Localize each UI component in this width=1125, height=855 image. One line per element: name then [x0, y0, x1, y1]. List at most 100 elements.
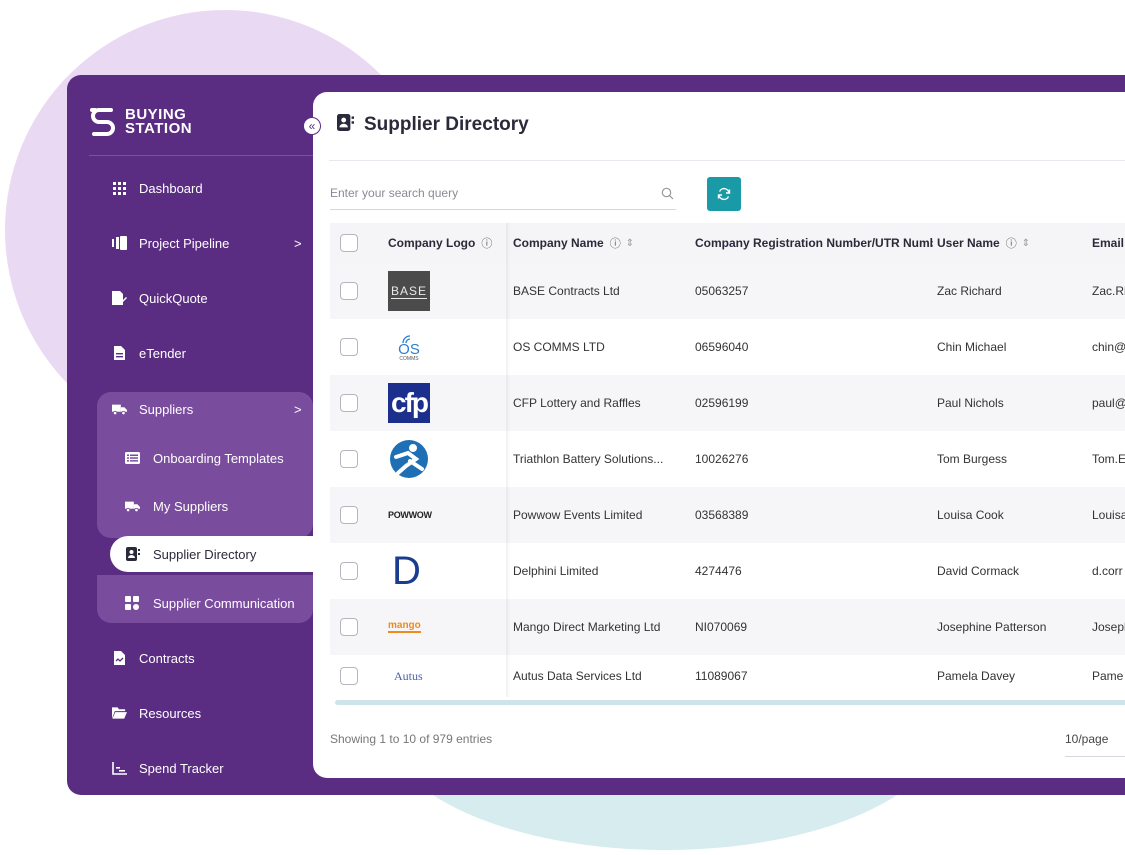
page-title: Supplier Directory — [364, 114, 529, 135]
user-name-cell: Pamela Davey — [937, 669, 1016, 683]
sidebar-item-contracts[interactable]: Contracts — [67, 638, 313, 678]
row-checkbox[interactable] — [340, 667, 358, 685]
search-box — [330, 178, 676, 210]
sidebar-item-label: eTender — [139, 345, 186, 361]
user-name-cell: David Cormack — [937, 564, 1020, 578]
company-name-cell: Autus Data Services Ltd — [513, 669, 642, 683]
sort-icon[interactable]: ⇕ — [1022, 238, 1030, 249]
refresh-button[interactable] — [707, 177, 741, 211]
table-row[interactable]: BASE BASE Contracts Ltd 05063257 Zac Ric… — [330, 263, 1125, 319]
email-cell: Zac.Ri — [1092, 284, 1125, 298]
info-icon[interactable]: ⓘ — [1006, 235, 1017, 251]
sidebar-item-label: Dashboard — [139, 180, 203, 196]
company-name-cell: Mango Direct Marketing Ltd — [513, 620, 661, 634]
sidebar-item-label: Supplier Communication — [153, 595, 295, 611]
row-checkbox[interactable] — [340, 562, 358, 580]
sticky-column-shadow — [506, 223, 510, 697]
row-checkbox[interactable] — [340, 338, 358, 356]
info-icon[interactable]: ⓘ — [610, 235, 621, 251]
page-size-underline — [1065, 756, 1125, 757]
contact-book-icon — [125, 547, 140, 562]
document-icon — [112, 346, 127, 361]
column-header-user-name[interactable]: User Name ⓘ ⇕ — [937, 223, 1082, 263]
select-all-checkbox[interactable] — [340, 234, 358, 252]
row-checkbox[interactable] — [340, 450, 358, 468]
sidebar-item-quickquote[interactable]: QuickQuote — [67, 278, 313, 318]
search-icon[interactable] — [661, 187, 674, 205]
row-checkbox[interactable] — [340, 618, 358, 636]
sidebar-item-etender[interactable]: eTender — [67, 333, 313, 373]
table-row[interactable]: mango Mango Direct Marketing Ltd NI07006… — [330, 599, 1125, 655]
registration-number-cell: 02596199 — [695, 396, 749, 410]
table-row[interactable]: cfp CFP Lottery and Raffles 02596199 Pau… — [330, 375, 1125, 431]
search-input[interactable] — [330, 178, 640, 208]
sidebar-item-supplier-directory[interactable]: Supplier Directory — [67, 534, 313, 574]
sidebar-item-supplier-communication[interactable]: Supplier Communication — [67, 583, 313, 623]
company-logo-cell: Autus — [388, 655, 508, 697]
sidebar-item-label: Resources — [139, 705, 202, 721]
app-window: BUYING STATION Dashboard Project Pipelin… — [67, 75, 1125, 795]
table-row[interactable]: Autus Autus Data Services Ltd 11089067 P… — [330, 655, 1125, 697]
info-icon[interactable]: ⓘ — [481, 235, 492, 251]
truck-icon — [125, 499, 140, 514]
page-size-select[interactable]: 10/page — [1065, 732, 1108, 746]
pipeline-icon — [112, 236, 127, 251]
sidebar-item-label: Project Pipeline — [139, 235, 230, 251]
user-name-cell: Paul Nichols — [937, 396, 1004, 410]
sidebar-item-my-suppliers[interactable]: My Suppliers — [67, 486, 313, 526]
column-header-email: Email — [1092, 236, 1125, 250]
table-row[interactable]: Triathlon Battery Solutions... 10026276 … — [330, 431, 1125, 487]
column-header-company-name[interactable]: Company Name ⓘ ⇕ — [513, 223, 691, 263]
company-logo-cell: mango — [388, 599, 508, 655]
company-logo-cell: cfp — [388, 375, 508, 431]
row-checkbox[interactable] — [340, 394, 358, 412]
sidebar-item-project-pipeline[interactable]: Project Pipeline > — [67, 223, 313, 263]
sidebar-item-onboarding-templates[interactable]: Onboarding Templates — [67, 438, 313, 478]
user-name-cell: Tom Burgess — [937, 452, 1008, 466]
registration-number-cell: 10026276 — [695, 452, 749, 466]
sidebar-item-resources[interactable]: Resources — [67, 693, 313, 733]
sidebar-item-dashboard[interactable]: Dashboard — [67, 168, 313, 208]
table-row[interactable]: D Delphini Limited 4274476 David Cormack… — [330, 543, 1125, 599]
horizontal-scrollbar[interactable] — [335, 700, 1125, 705]
sidebar-item-label: Supplier Directory — [153, 546, 257, 562]
row-checkbox[interactable] — [340, 282, 358, 300]
email-cell: chin@ — [1092, 340, 1125, 354]
row-checkbox[interactable] — [340, 506, 358, 524]
email-cell: Josepl — [1092, 620, 1125, 634]
company-logo-mango: mango — [388, 620, 421, 633]
chevron-right-icon: > — [294, 235, 302, 251]
company-name-cell: Delphini Limited — [513, 564, 599, 578]
column-header-company-logo: Company Logo ⓘ — [388, 235, 493, 251]
sidebar: BUYING STATION Dashboard Project Pipelin… — [67, 75, 313, 795]
registration-number-cell: 11089067 — [695, 669, 748, 683]
email-cell: paul@ — [1092, 396, 1125, 410]
user-name-cell: Josephine Patterson — [937, 620, 1047, 634]
contract-icon — [112, 651, 127, 666]
main-panel: Supplier Directory Company Logo ⓘ Compan… — [313, 92, 1125, 778]
user-name-cell: Chin Michael — [937, 340, 1007, 354]
sort-icon[interactable]: ⇕ — [626, 238, 634, 249]
collapse-sidebar-button[interactable]: « — [303, 117, 321, 135]
page-header: Supplier Directory — [337, 114, 529, 136]
company-logo-cell: BASE — [388, 263, 508, 319]
company-logo-base: BASE — [388, 271, 430, 311]
registration-number-cell: 4274476 — [695, 564, 742, 578]
table-row[interactable]: POWWOW Powwow Events Limited 03568389 Lo… — [330, 487, 1125, 543]
table-row[interactable]: OS COMMS OS COMMS LTD 06596040 Chin Mich… — [330, 319, 1125, 375]
sidebar-item-label: Suppliers — [139, 401, 194, 417]
sidebar-item-label: Onboarding Templates — [153, 450, 284, 466]
list-icon — [125, 451, 140, 466]
supplier-table: Company Logo ⓘ Company Name ⓘ ⇕ Company … — [330, 223, 1125, 697]
sidebar-item-suppliers[interactable]: Suppliers > — [67, 389, 313, 429]
sidebar-item-label: Contracts — [139, 650, 195, 666]
folder-icon — [112, 706, 127, 721]
brand-logo[interactable]: BUYING STATION — [89, 105, 192, 139]
chart-icon — [112, 761, 127, 776]
company-name-cell: BASE Contracts Ltd — [513, 284, 620, 298]
company-logo-cell: OS COMMS — [388, 319, 508, 375]
quickquote-icon — [112, 291, 127, 306]
sidebar-item-spend-tracker[interactable]: Spend Tracker — [67, 748, 313, 788]
refresh-icon — [717, 187, 731, 201]
company-name-cell: Triathlon Battery Solutions... — [513, 452, 664, 466]
